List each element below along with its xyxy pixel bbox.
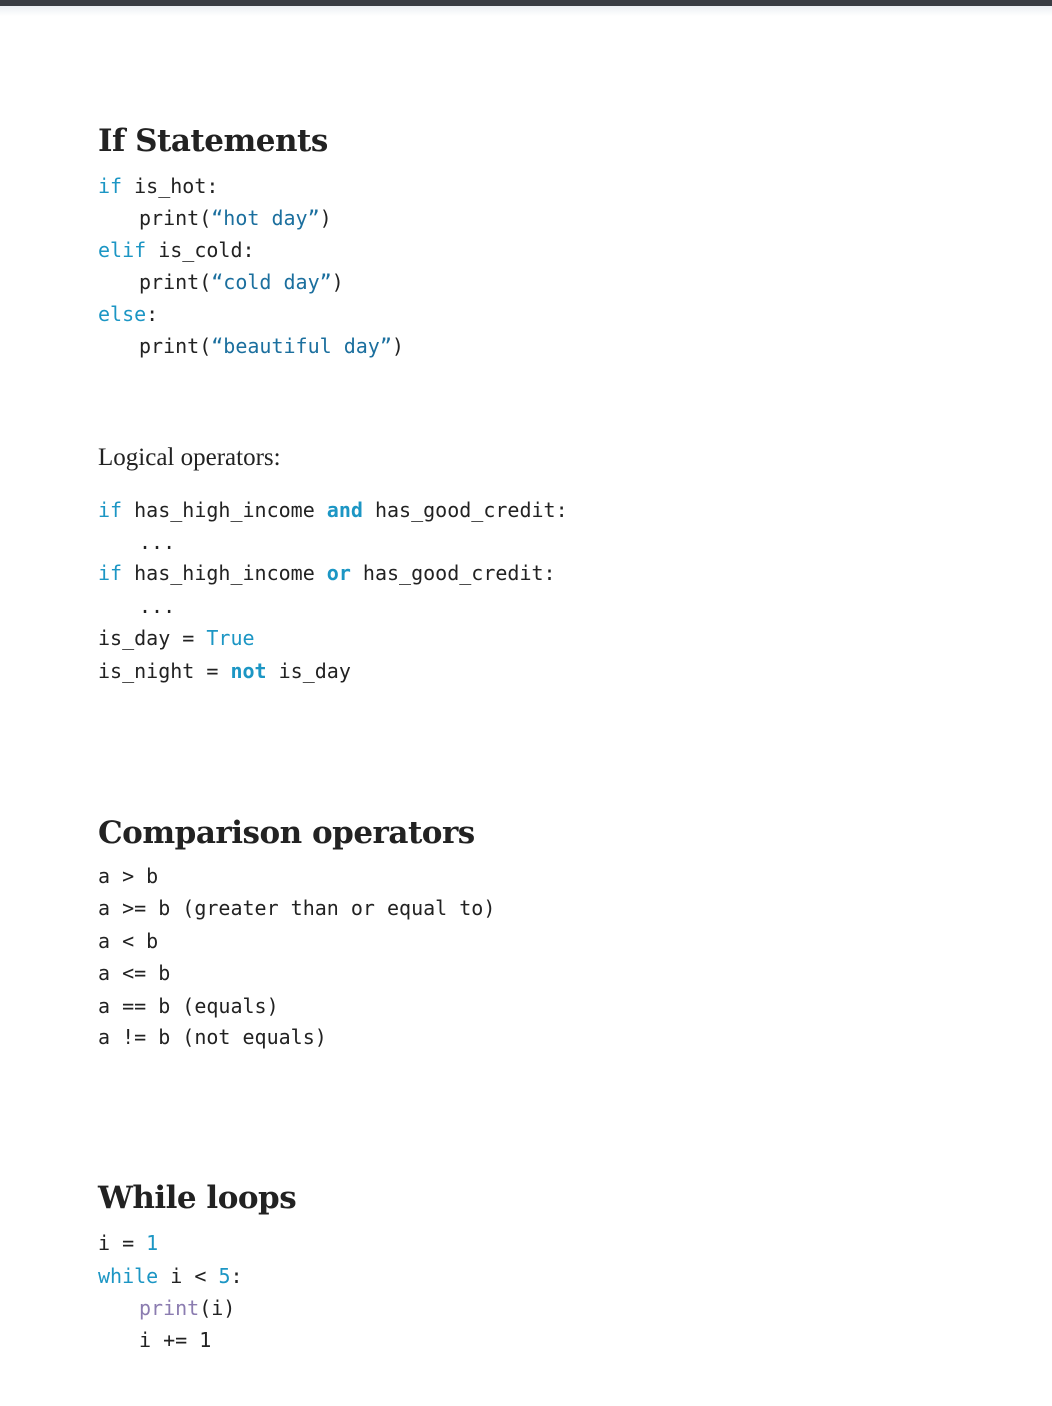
keyword: if bbox=[98, 174, 123, 198]
code-text: : bbox=[146, 302, 159, 326]
code-text: (i) bbox=[199, 1296, 236, 1320]
code-line: i = 1 bbox=[98, 1227, 158, 1259]
code-line: a <= b bbox=[98, 961, 171, 985]
code-text: : bbox=[230, 1264, 243, 1288]
heading-if-statements: If Statements bbox=[98, 123, 328, 159]
code-line: i += 1 bbox=[139, 1328, 212, 1352]
heading-comparison-operators: Comparison operators bbox=[98, 815, 475, 851]
keyword: while bbox=[98, 1264, 159, 1288]
operator-keyword: not bbox=[230, 659, 267, 683]
code-text: i = bbox=[98, 1231, 147, 1255]
code-line: a > b bbox=[98, 864, 159, 888]
code-text: is_day = bbox=[98, 626, 207, 650]
code-text: is_day bbox=[266, 659, 351, 683]
code-line: if is_hot: bbox=[98, 170, 218, 202]
code-text: is_cold: bbox=[146, 238, 255, 262]
ellipsis: ... bbox=[139, 594, 176, 618]
builtin-function: print bbox=[139, 1296, 200, 1320]
code-line: else: bbox=[98, 298, 158, 330]
code-line: elif is_cold: bbox=[98, 234, 255, 266]
code-text: i < bbox=[158, 1264, 219, 1288]
code-text: has_high_income bbox=[122, 561, 327, 585]
code-line: is_night = not is_day bbox=[98, 655, 351, 687]
code-text: ) bbox=[319, 206, 332, 230]
code-line: print(“hot day”) bbox=[98, 202, 332, 234]
code-text: has_high_income bbox=[122, 498, 327, 522]
string-literal: “hot day” bbox=[211, 206, 320, 230]
code-text: ) bbox=[331, 270, 344, 294]
code-text: print( bbox=[139, 334, 212, 358]
ellipsis: ... bbox=[139, 530, 176, 554]
code-line: a != b (not equals) bbox=[98, 1025, 327, 1049]
code-text: print( bbox=[139, 206, 212, 230]
code-line: a < b bbox=[98, 929, 159, 953]
code-text: has_good_credit: bbox=[350, 561, 556, 585]
code-text: ) bbox=[391, 334, 404, 358]
keyword: else bbox=[98, 302, 147, 326]
code-text: has_good_credit: bbox=[362, 498, 568, 522]
string-literal: “beautiful day” bbox=[211, 334, 392, 358]
number-literal: 5 bbox=[218, 1264, 231, 1288]
code-text: is_night = bbox=[98, 659, 231, 683]
keyword: elif bbox=[98, 238, 147, 262]
code-line: if has_high_income or has_good_credit: bbox=[98, 557, 556, 589]
code-text: print( bbox=[139, 270, 212, 294]
code-line: print(i) bbox=[98, 1292, 235, 1324]
code-line: a == b (equals) bbox=[98, 994, 279, 1018]
operator-keyword: or bbox=[326, 561, 351, 585]
number-literal: 1 bbox=[146, 1231, 159, 1255]
boolean-literal: True bbox=[206, 626, 255, 650]
code-line: a >= b (greater than or equal to) bbox=[98, 896, 496, 920]
keyword: if bbox=[98, 561, 123, 585]
top-shadow bbox=[0, 6, 1052, 16]
keyword: if bbox=[98, 498, 123, 522]
code-line: if has_high_income and has_good_credit: bbox=[98, 494, 568, 526]
code-text: is_hot: bbox=[122, 174, 219, 198]
string-literal: “cold day” bbox=[211, 270, 332, 294]
code-line: is_day = True bbox=[98, 622, 255, 654]
code-line: print(“beautiful day”) bbox=[98, 330, 404, 362]
code-line: print(“cold day”) bbox=[98, 266, 344, 298]
heading-logical-operators: Logical operators: bbox=[98, 444, 281, 471]
code-line: while i < 5: bbox=[98, 1260, 243, 1292]
operator-keyword: and bbox=[326, 498, 363, 522]
heading-while-loops: While loops bbox=[98, 1180, 297, 1216]
